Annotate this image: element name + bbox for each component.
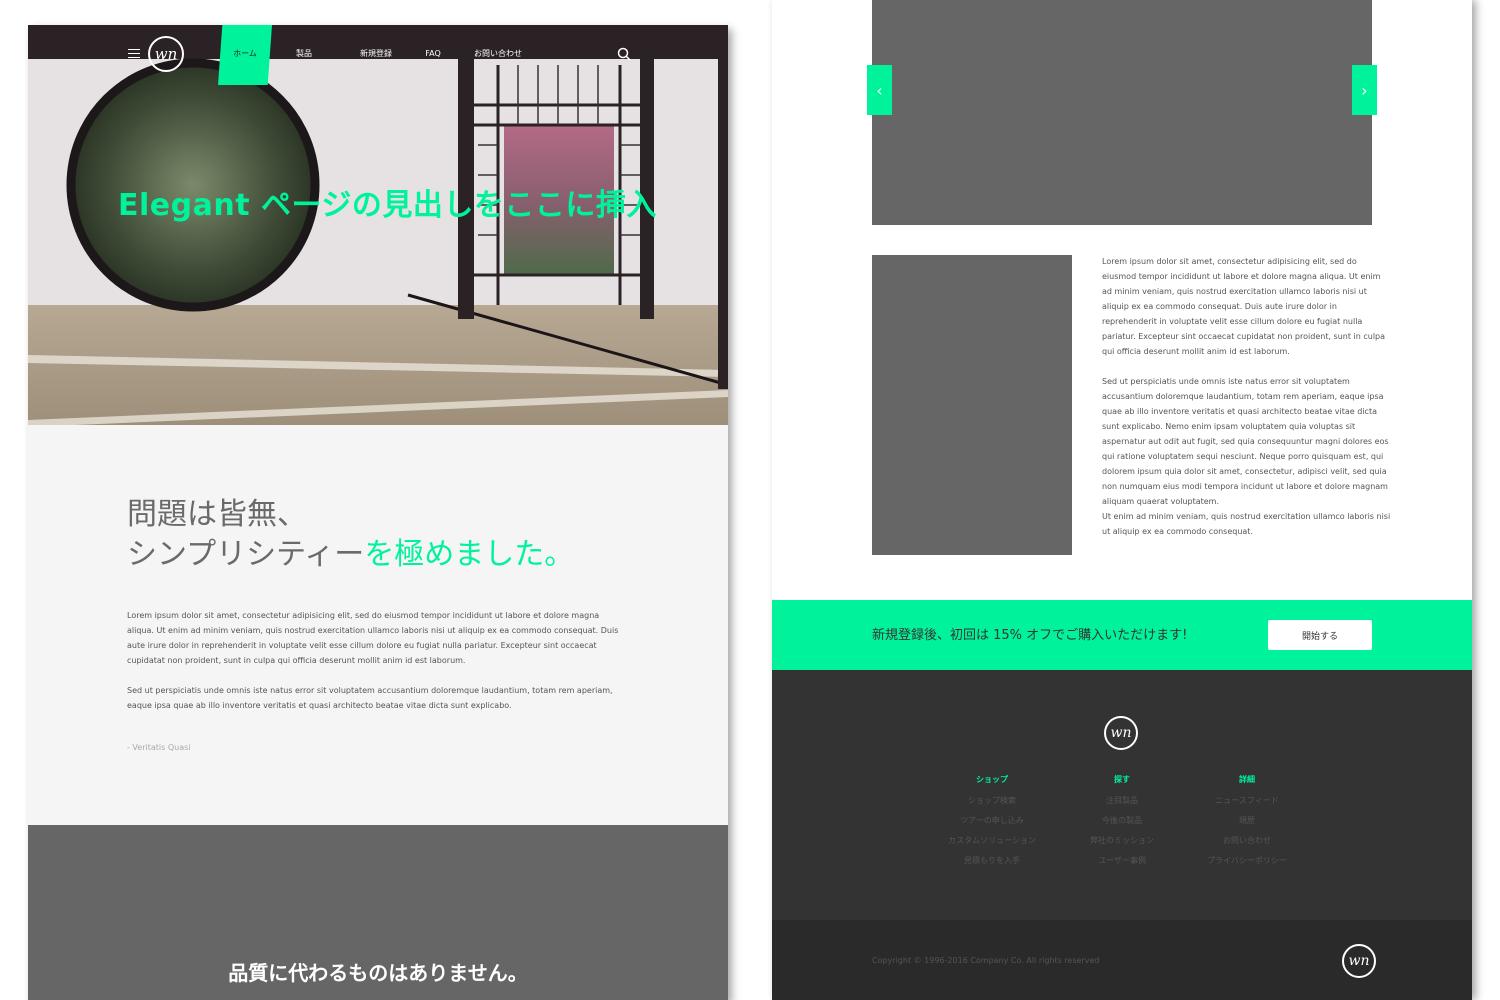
chevron-right-icon[interactable]: › xyxy=(1352,65,1377,115)
nav-item-faq[interactable]: FAQ xyxy=(418,25,448,85)
image-slider: ‹ › xyxy=(867,0,1377,225)
quality-title: 品質に代わるものはありません。 xyxy=(228,961,528,985)
intro-paragraph-2: Sed ut perspiciatis unde omnis iste natu… xyxy=(127,686,613,710)
footer-link[interactable]: お問い合わせ xyxy=(1167,836,1327,845)
site-footer: wn ショップ ショップ検索 ツアーの申し込み カスタムソリューション 見積もり… xyxy=(772,670,1472,920)
nav-item-home[interactable]: ホーム xyxy=(218,25,272,85)
hero-section: wn ホーム 製品 新規登録 FAQ お問い合わせ Elegant ページの見出… xyxy=(28,25,728,425)
tagline-line2: シンプリシティー xyxy=(127,537,365,572)
tagline-accent: を極めました。 xyxy=(364,537,575,572)
brand-logo[interactable]: wn xyxy=(148,36,184,72)
left-page-mockup: wn ホーム 製品 新規登録 FAQ お問い合わせ Elegant ページの見出… xyxy=(28,25,728,1000)
main-navbar: wn ホーム 製品 新規登録 FAQ お問い合わせ xyxy=(28,25,728,85)
feature-image-placeholder xyxy=(872,255,1072,555)
footer-link[interactable]: ニュースフィード xyxy=(1167,796,1327,805)
copyright-bar: Copyright © 1996-2016 Company Co. All ri… xyxy=(772,920,1472,1000)
feature-paragraph-2: Sed ut perspiciatis unde omnis iste natu… xyxy=(1102,377,1389,506)
nav-item-products[interactable]: 製品 xyxy=(286,25,322,85)
nav-item-signup[interactable]: 新規登録 xyxy=(352,25,400,85)
feature-paragraph-3: Ut enim ad minim veniam, quis nostrud ex… xyxy=(1102,512,1391,536)
tagline-line1: 問題は皆無、 xyxy=(127,497,307,532)
start-button[interactable]: 開始する xyxy=(1268,620,1372,650)
feature-paragraph-1: Lorem ipsum dolor sit amet, consectetur … xyxy=(1102,257,1386,356)
search-icon[interactable] xyxy=(617,47,631,61)
intro-paragraph-1: Lorem ipsum dolor sit amet, consectetur … xyxy=(127,611,619,665)
footer-link[interactable]: 規歴 xyxy=(1167,816,1327,825)
footer-column-title: 詳細 xyxy=(1239,775,1255,784)
copyright-text: Copyright © 1996-2016 Company Co. All ri… xyxy=(872,956,1100,965)
hamburger-menu-icon[interactable] xyxy=(128,49,140,59)
right-page-mockup: ‹ › Lorem ipsum dolor sit amet, consecte… xyxy=(772,0,1472,1000)
footer-link[interactable]: プライバシーポリシー xyxy=(1167,856,1327,865)
promo-banner: 新規登録後、初回は 15% オフでご購入いただけます! 開始する xyxy=(772,600,1472,670)
hero-title: Elegant ページの見出しをここに挿入 xyxy=(118,188,657,223)
footer-column-details: 詳細 ニュースフィード 規歴 お問い合わせ プライバシーポリシー xyxy=(1167,774,1327,876)
chevron-left-icon[interactable]: ‹ xyxy=(867,65,892,115)
quality-section: 品質に代わるものはありません。 xyxy=(28,825,728,1000)
intro-section: 問題は皆無、 シンプリシティーを極めました。 Lorem ipsum dolor… xyxy=(28,425,728,825)
promo-text: 新規登録後、初回は 15% オフでご購入いただけます! xyxy=(872,628,1188,643)
intro-tagline: 問題は皆無、 シンプリシティーを極めました。 xyxy=(127,495,574,575)
bottom-logo[interactable]: wn xyxy=(1342,944,1376,978)
intro-byline: - Veritatis Quasi xyxy=(127,743,191,752)
footer-logo[interactable]: wn xyxy=(1104,716,1138,750)
hero-background-image xyxy=(28,25,728,425)
nav-item-contact[interactable]: お問い合わせ xyxy=(468,25,528,85)
